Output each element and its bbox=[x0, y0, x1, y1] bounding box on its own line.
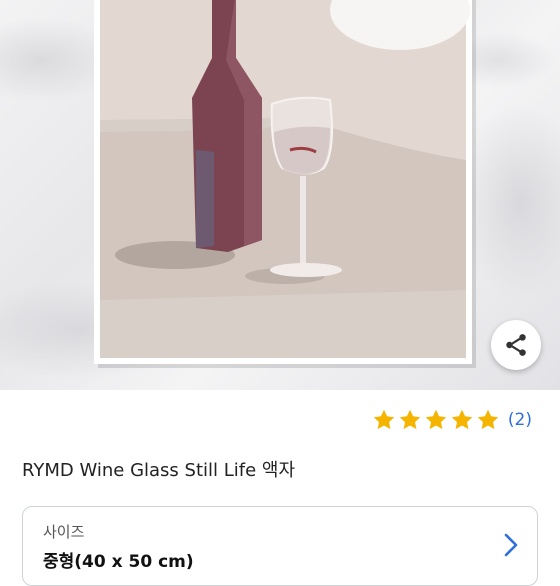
star-icon bbox=[373, 409, 395, 430]
star-icon bbox=[425, 409, 447, 430]
star-icon bbox=[477, 409, 499, 430]
product-image[interactable] bbox=[0, 0, 560, 390]
size-option-selector[interactable]: 사이즈 중형(40 x 50 cm) bbox=[22, 506, 538, 586]
share-icon bbox=[506, 334, 526, 356]
option-label: 사이즈 bbox=[43, 523, 85, 541]
share-button[interactable] bbox=[491, 320, 541, 370]
chevron-right-icon bbox=[504, 533, 518, 557]
product-rating[interactable]: (2) bbox=[372, 404, 532, 436]
product-title: RYMD Wine Glass Still Life 액자 bbox=[22, 460, 296, 481]
artwork-illustration bbox=[94, 0, 476, 368]
star-icon bbox=[451, 409, 473, 430]
star-icon bbox=[399, 409, 421, 430]
review-count-link[interactable]: (2) bbox=[508, 410, 532, 430]
